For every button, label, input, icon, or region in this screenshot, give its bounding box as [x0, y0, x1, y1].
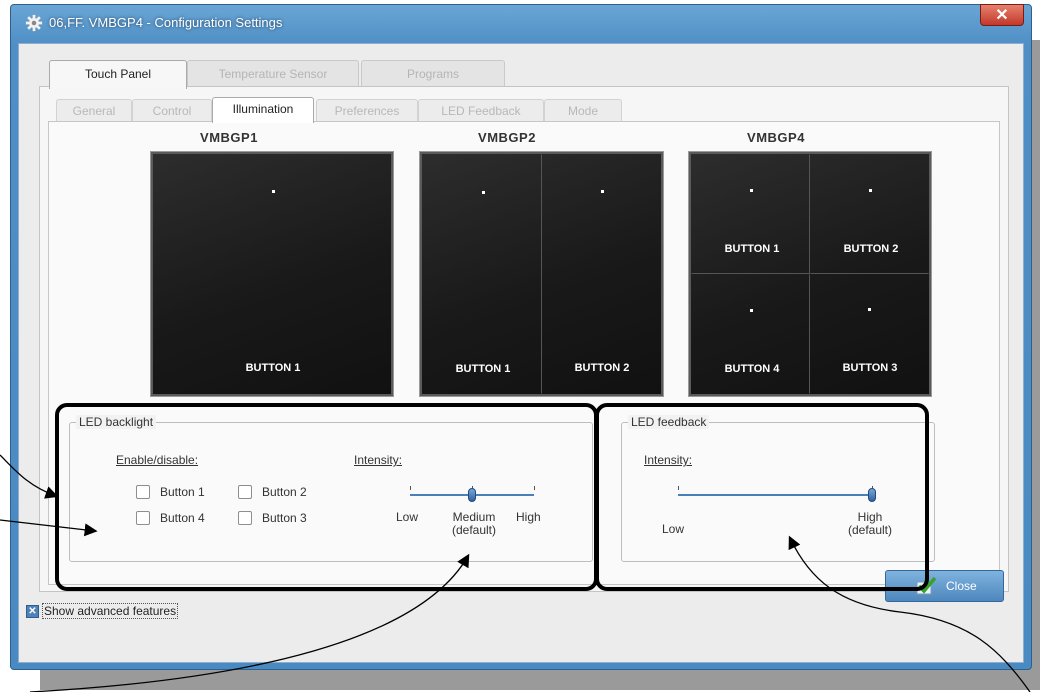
- led-indicator: [482, 191, 485, 194]
- tab-programs[interactable]: Programs: [361, 60, 505, 88]
- vmbgp2-title: VMBGP2: [478, 130, 536, 145]
- vmbgp4-title: VMBGP4: [747, 130, 805, 145]
- tab-control[interactable]: Control: [132, 99, 212, 122]
- vmbgp1-title: VMBGP1: [200, 130, 258, 145]
- vmbgp4-button-4[interactable]: BUTTON 4: [691, 274, 810, 394]
- led-indicator: [272, 190, 275, 193]
- vmbgp2-panel: BUTTON 1 BUTTON 2: [420, 152, 663, 396]
- vmbgp2-button-1[interactable]: BUTTON 1: [422, 154, 542, 394]
- led-indicator: [750, 189, 753, 192]
- tab-mode[interactable]: Mode: [544, 99, 622, 122]
- tab-preferences[interactable]: Preferences: [316, 99, 418, 122]
- vmbgp4-button-3-label: BUTTON 3: [842, 362, 898, 374]
- feedback-annotation-box: [595, 403, 929, 591]
- vmbgp4-button-2-label: BUTTON 2: [843, 243, 899, 255]
- vmbgp2-button-1-label: BUTTON 1: [455, 363, 511, 375]
- led-indicator: [869, 189, 872, 192]
- title-bar[interactable]: 06,FF. VMBGP4 - Configuration Settings ✕: [11, 4, 1031, 43]
- tab-touch-panel[interactable]: Touch Panel: [49, 60, 187, 89]
- vmbgp4-button-3[interactable]: BUTTON 3: [810, 274, 929, 394]
- tab-general[interactable]: General: [56, 99, 132, 122]
- vmbgp2-button-2[interactable]: BUTTON 2: [542, 154, 661, 394]
- vmbgp4-button-1-label: BUTTON 1: [724, 243, 780, 255]
- backlight-annotation-box: [55, 403, 598, 591]
- led-indicator: [601, 190, 604, 193]
- vmbgp4-panel: BUTTON 1 BUTTON 2 BUTTON 4 BUTTON 3: [689, 152, 931, 396]
- vmbgp4-button-2[interactable]: BUTTON 2: [810, 154, 929, 274]
- led-indicator: [750, 309, 753, 312]
- gear-icon: [25, 14, 43, 32]
- vmbgp2-button-2-label: BUTTON 2: [574, 362, 630, 374]
- vmbgp1-button-1-label: BUTTON 1: [245, 362, 301, 374]
- window-title: 06,FF. VMBGP4 - Configuration Settings: [49, 15, 283, 30]
- vmbgp4-button-1[interactable]: BUTTON 1: [691, 154, 810, 274]
- tab-illumination[interactable]: Illumination: [212, 97, 314, 123]
- advanced-features-label: Show advanced features: [42, 603, 179, 619]
- vmbgp4-button-4-label: BUTTON 4: [724, 363, 780, 375]
- led-indicator: [868, 308, 871, 311]
- tab-temperature-sensor[interactable]: Temperature Sensor: [187, 60, 359, 88]
- close-button-label: Close: [946, 579, 977, 593]
- vmbgp1-panel: BUTTON 1: [151, 152, 393, 396]
- window-close-button[interactable]: ✕: [980, 4, 1024, 26]
- tab-led-feedback[interactable]: LED Feedback: [418, 99, 544, 122]
- advanced-features-checkbox[interactable]: ✕: [26, 605, 39, 618]
